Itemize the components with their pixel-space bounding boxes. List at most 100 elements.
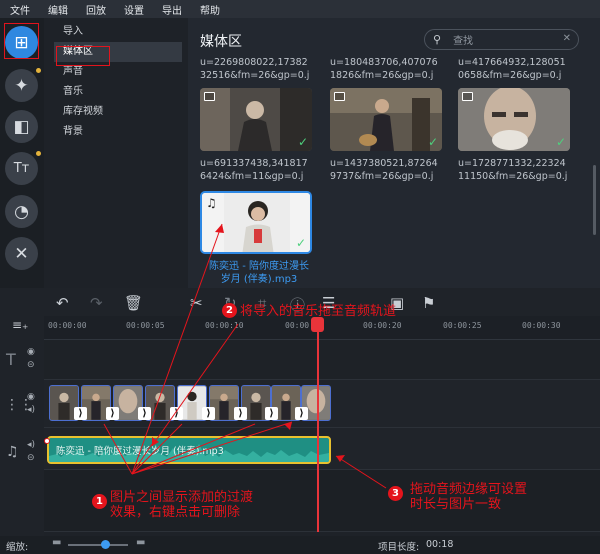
menu-file[interactable]: 文件	[0, 2, 38, 17]
search-icon: ⚲	[433, 33, 442, 46]
menu-bar: 文件 编辑 回放 设置 导出 帮助	[0, 0, 600, 18]
stickers-icon: ◔	[14, 201, 29, 222]
annotation-badge: 1	[92, 494, 107, 509]
image-type-icon	[334, 92, 345, 101]
transition-icon[interactable]: ⟩	[170, 407, 183, 420]
music-note-icon: ♫	[206, 196, 217, 210]
annotation-text: 图片之间显示添加的过渡 效果，右键点击可删除	[110, 490, 254, 520]
transition-icon[interactable]: ⟩	[106, 407, 119, 420]
photo-man-with-dog	[330, 88, 442, 151]
project-length-label: 项目长度:	[378, 542, 420, 553]
transitions-button[interactable]: ◧	[5, 110, 38, 143]
media-item[interactable]: ✓	[200, 88, 312, 151]
check-icon: ✓	[427, 135, 438, 149]
titles-icon: Tт	[13, 161, 30, 176]
ruler-tick: 00:00:25	[443, 321, 482, 330]
transition-icon[interactable]: ⟩	[265, 407, 278, 420]
media-item[interactable]: ✓	[458, 88, 570, 151]
check-icon: ✓	[555, 135, 566, 149]
app-window: 文件 编辑 回放 设置 导出 帮助 ⊞ ✦ ◧ Tт ◔ ✕ 导入 媒体区 声音…	[0, 0, 600, 554]
ruler-tick: 00:00:10	[205, 321, 244, 330]
transitions-icon: ◧	[13, 116, 30, 137]
media-scrollbar[interactable]	[593, 165, 596, 235]
photo-elderly-woman	[200, 88, 312, 151]
media-caption: u=1728771332,22324 11150&fm=26&gp=0.j	[458, 158, 568, 182]
visibility-icon[interactable]: ◉	[27, 347, 35, 357]
media-caption: u=1437380521,87264 9737&fm=26&gp=0.j	[330, 158, 438, 182]
annotation-badge: 2	[222, 303, 237, 318]
volume-icon[interactable]: ◂)	[27, 405, 35, 415]
menu-edit[interactable]: 编辑	[38, 2, 76, 17]
transition-icon[interactable]: ⟩	[74, 407, 87, 420]
check-icon: ✓	[295, 236, 306, 250]
filters-button[interactable]: ✦	[5, 68, 41, 102]
status-bar: 缩放: ▬ ▬ 项目长度: 00:18	[0, 536, 600, 554]
redo-icon[interactable]: ↷	[90, 294, 103, 312]
media-title: 媒体区	[200, 34, 242, 50]
track-headers	[0, 316, 44, 536]
nav-stock-video[interactable]: 库存视频	[54, 102, 182, 122]
image-type-icon	[462, 92, 473, 101]
add-track-icon[interactable]: ≡₊	[12, 318, 28, 332]
audio-clip-label: 陈奕迅 - 陪你度过漫长岁月 (伴奏).mp3	[56, 446, 224, 457]
magic-wand-icon: ✦	[14, 75, 29, 96]
ruler-tick: 00:00:20	[363, 321, 402, 330]
audio-clip[interactable]: 陈奕迅 - 陪你度过漫长岁月 (伴奏).mp3	[47, 436, 331, 464]
playhead-handle[interactable]	[311, 317, 324, 332]
transition-icon[interactable]: ⟩	[234, 407, 247, 420]
check-icon: ✓	[297, 135, 308, 149]
search-input[interactable]: ⚲ 查找 ✕	[424, 29, 579, 50]
media-caption: u=417664932,128051 0658&fm=26&gp=0.j	[458, 57, 566, 81]
menu-export[interactable]: 导出	[152, 2, 190, 17]
cut-icon[interactable]: ✂	[190, 294, 203, 312]
search-placeholder: 查找	[453, 36, 474, 47]
link-icon[interactable]: ⊝	[27, 360, 35, 370]
ruler-tick: 00:00:30	[522, 321, 561, 330]
zoom-slider[interactable]	[68, 544, 128, 546]
titles-button[interactable]: Tт	[5, 151, 41, 185]
audio-media-item[interactable]: ♫ ✓	[200, 191, 312, 254]
nav-import[interactable]: 导入	[54, 22, 182, 42]
project-length-value: 00:18	[426, 539, 454, 550]
media-nav: 导入 媒体区 声音 音乐 库存视频 背景	[54, 22, 182, 142]
annotation-text: 将导入的音乐拖至音频轨道	[240, 304, 397, 319]
tools-icon: ✕	[14, 243, 29, 264]
ruler-tick: 00:00:00	[48, 321, 87, 330]
zoom-in-icon[interactable]: ▬	[136, 537, 145, 548]
marker-icon[interactable]: ⚑	[422, 294, 435, 312]
stickers-button[interactable]: ◔	[5, 195, 38, 228]
volume-icon[interactable]: ◂)	[27, 440, 35, 450]
media-caption: u=691337438,341817 6424&fm=11&gp=0.j	[200, 158, 308, 182]
delete-icon[interactable]: 🗑	[124, 294, 143, 312]
playhead-line[interactable]	[317, 318, 319, 532]
nav-music[interactable]: 音乐	[54, 82, 182, 102]
media-item[interactable]: ✓	[330, 88, 442, 151]
annotation-text: 拖动音频边缘可设置 时长与图片一致	[410, 482, 528, 512]
photo-old-man-portrait	[458, 88, 570, 151]
media-caption: u=180483706,407076 1826&fm=26&gp=0.j	[330, 57, 438, 81]
media-caption: u=2269808022,17382 32516&fm=26&gp=0.j	[200, 57, 310, 81]
zoom-slider-handle[interactable]	[101, 540, 110, 549]
audio-caption: 陈奕迅 - 陪你度过漫长 岁月 (伴奏).mp3	[209, 261, 309, 285]
undo-icon[interactable]: ↶	[56, 294, 69, 312]
image-type-icon	[204, 92, 215, 101]
menu-playback[interactable]: 回放	[76, 2, 114, 17]
zoom-out-icon[interactable]: ▬	[52, 537, 61, 548]
more-tools-button[interactable]: ✕	[5, 237, 38, 270]
transition-icon[interactable]: ⟩	[202, 407, 215, 420]
transition-icon[interactable]: ⟩	[295, 407, 308, 420]
highlight-media-box	[56, 46, 110, 66]
audio-start-handle[interactable]	[44, 438, 50, 444]
text-track[interactable]	[44, 340, 600, 380]
visibility-icon[interactable]: ◉	[27, 392, 35, 402]
menu-settings[interactable]: 设置	[114, 2, 152, 17]
menu-help[interactable]: 帮助	[190, 2, 228, 17]
clear-search-icon[interactable]: ✕	[563, 33, 571, 44]
link-icon[interactable]: ⊝	[27, 453, 35, 463]
text-track-icon: T	[6, 350, 16, 369]
ruler-tick: 00:00:05	[126, 321, 165, 330]
transition-icon[interactable]: ⟩	[138, 407, 151, 420]
audio-track-icon: ♫	[6, 444, 19, 460]
nav-backgrounds[interactable]: 背景	[54, 122, 182, 142]
highlight-import-box	[4, 23, 39, 59]
